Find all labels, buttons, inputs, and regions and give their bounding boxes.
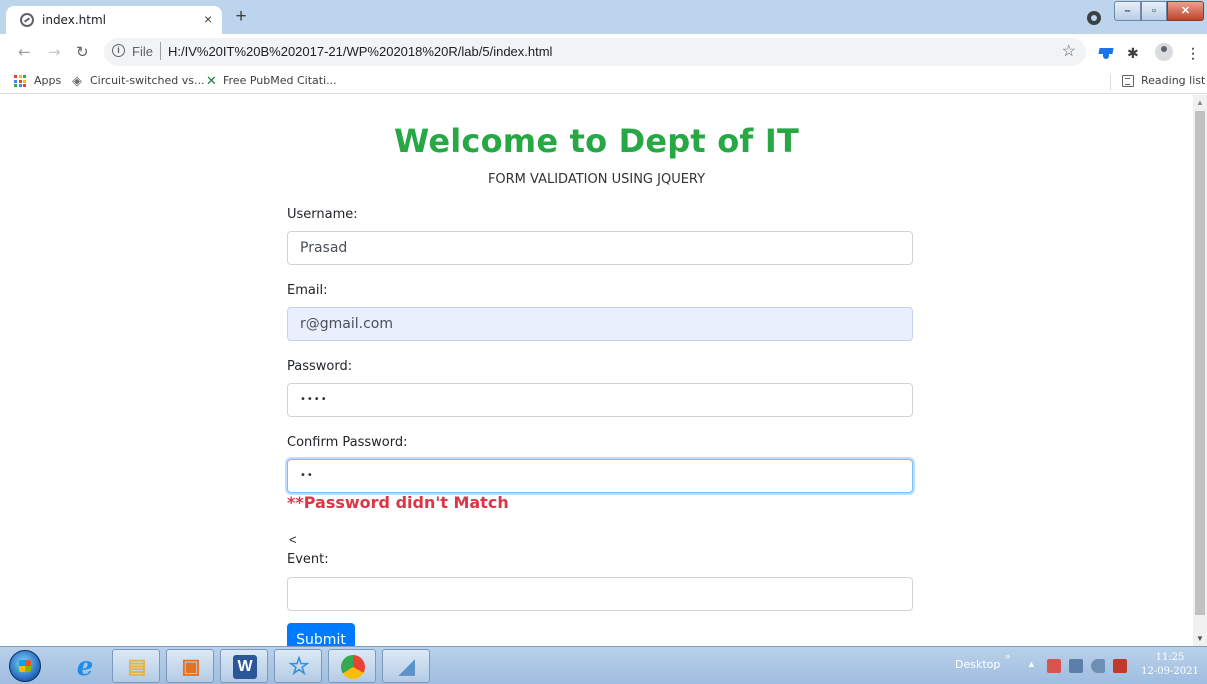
username-input[interactable]: Prasad	[287, 231, 913, 265]
username-label: Username:	[287, 207, 358, 222]
forward-arrow-icon[interactable]: →	[48, 43, 61, 61]
reading-list-button[interactable]: Reading list	[1141, 74, 1205, 87]
taskbar: e ▤ ▣ W ☆ ◢ Desktop » ▲ 11:25 12-09-2021	[0, 646, 1207, 684]
bookmark-star-icon[interactable]: ☆	[1062, 41, 1076, 61]
clock-time: 11:25	[1155, 652, 1185, 663]
maximize-button[interactable]: ▫	[1141, 1, 1167, 21]
kebab-menu-icon[interactable]: ⋮	[1186, 45, 1202, 61]
stray-text: <	[289, 532, 297, 547]
tab-close-icon[interactable]: ×	[204, 11, 212, 27]
page-title: Welcome to Dept of IT	[394, 122, 799, 160]
internet-explorer-icon: e	[76, 652, 94, 682]
back-arrow-icon[interactable]: ←	[18, 43, 31, 61]
address-bar[interactable]: i File H:/IV%20IT%20B%202017-21/WP%20201…	[104, 38, 1086, 66]
maximize-icon: ▫	[1152, 5, 1156, 17]
show-hidden-icons-icon[interactable]: ▲	[1027, 659, 1036, 669]
password-input[interactable]: ••••	[287, 383, 913, 417]
page-viewport: Welcome to Dept of IT FORM VALIDATION US…	[0, 95, 1193, 646]
notepad-icon: ◢	[399, 656, 415, 678]
email-input[interactable]: r@gmail.com	[287, 307, 913, 341]
bookmark-divider	[1110, 74, 1111, 90]
bookmark-circuit-switched[interactable]: Circuit-switched vs...	[90, 74, 204, 87]
submit-button[interactable]: Submit	[287, 623, 355, 646]
scrollbar-thumb[interactable]	[1195, 111, 1205, 615]
email-label: Email:	[287, 283, 328, 298]
browser-toolbar: ← → ↻ i File H:/IV%20IT%20B%202017-21/WP…	[0, 34, 1207, 70]
folder-icon: ▤	[127, 656, 147, 678]
file-explorer-button[interactable]: ▤	[112, 649, 160, 683]
minimize-icon: –	[1124, 5, 1131, 17]
confirm-password-label: Confirm Password:	[287, 435, 408, 450]
media-player-button[interactable]: ▣	[166, 649, 214, 683]
site-icon: ◈	[72, 73, 82, 88]
browser-tab-strip: index.html × + – ▫ ✕	[0, 0, 1207, 34]
page-subtitle: FORM VALIDATION USING JQUERY	[487, 172, 706, 187]
bookmark-apps[interactable]: Apps	[34, 74, 61, 87]
media-player-icon: ▣	[181, 656, 201, 678]
password-label: Password:	[287, 359, 353, 374]
desktop-toolbar-label[interactable]: Desktop	[955, 658, 1000, 671]
screen: index.html × + – ▫ ✕ ← → ↻ i File H:/IV%…	[0, 0, 1207, 684]
x-icon: ✕	[206, 73, 217, 88]
clock[interactable]: 11:25 12-09-2021	[1137, 651, 1203, 679]
star-app-button[interactable]: ☆	[274, 649, 322, 683]
internet-explorer-button[interactable]: e	[60, 649, 108, 683]
start-orb-icon[interactable]	[9, 650, 41, 682]
close-icon: ✕	[1180, 5, 1191, 17]
volume-icon[interactable]	[1091, 659, 1105, 673]
extensions-puzzle-icon[interactable]: ✱	[1127, 45, 1143, 61]
browser-tab[interactable]: index.html ×	[6, 6, 222, 34]
tab-title: index.html	[42, 13, 106, 27]
toolbar-expand-icon[interactable]: »	[1005, 651, 1010, 661]
system-tray: Desktop » ▲ 11:25 12-09-2021	[947, 647, 1207, 684]
url-separator	[160, 42, 161, 60]
page-scrollbar[interactable]: ▲ ▼	[1193, 95, 1207, 646]
notepad-button[interactable]: ◢	[382, 649, 430, 683]
globe-icon	[20, 13, 34, 27]
close-window-button[interactable]: ✕	[1167, 1, 1204, 21]
reload-icon[interactable]: ↻	[76, 43, 89, 61]
bookmarks-bar: Apps ◈ Circuit-switched vs... ✕ Free Pub…	[0, 70, 1207, 94]
word-icon: W	[233, 655, 257, 679]
info-icon[interactable]: i	[112, 44, 125, 57]
event-label: Event:	[287, 552, 329, 567]
chrome-icon	[341, 655, 365, 679]
clock-date: 12-09-2021	[1141, 666, 1199, 677]
graduation-cap-extension-icon[interactable]	[1098, 45, 1114, 61]
action-center-flag-icon[interactable]	[1047, 659, 1061, 673]
star-icon: ☆	[288, 653, 310, 680]
password-mismatch-error: **Password didn't Match	[287, 493, 509, 512]
minimize-button[interactable]: –	[1114, 1, 1141, 21]
word-button[interactable]: W	[220, 649, 268, 683]
url-scheme-label: File	[132, 44, 153, 59]
url-text[interactable]: H:/IV%20IT%20B%202017-21/WP%202018%20R/l…	[168, 44, 552, 59]
scroll-down-arrow-icon[interactable]: ▼	[1196, 634, 1204, 643]
apps-grid-icon[interactable]	[14, 75, 26, 87]
network-icon[interactable]	[1069, 659, 1083, 673]
power-icon[interactable]	[1113, 659, 1127, 673]
bookmark-pubmed[interactable]: Free PubMed Citati...	[223, 74, 337, 87]
reading-list-icon	[1122, 75, 1134, 87]
scroll-up-arrow-icon[interactable]: ▲	[1196, 98, 1204, 107]
event-input[interactable]	[287, 577, 913, 611]
profile-icon[interactable]	[1087, 11, 1101, 25]
confirm-password-input[interactable]: ••	[287, 459, 913, 493]
chrome-button[interactable]	[328, 649, 376, 683]
new-tab-button[interactable]: +	[230, 7, 252, 29]
account-icon[interactable]	[1155, 43, 1173, 61]
